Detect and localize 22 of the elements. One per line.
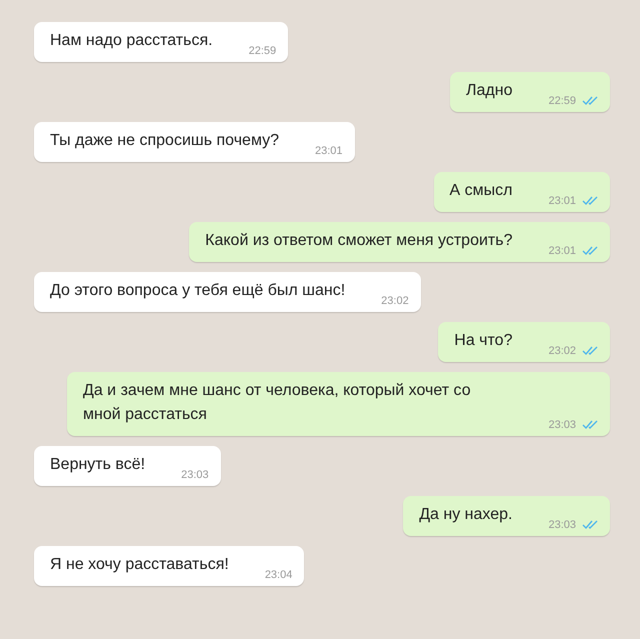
- message-time: 23:02: [548, 345, 576, 357]
- message-text: А смысл: [450, 181, 512, 201]
- message-time: 23:01: [548, 195, 576, 207]
- message-time: 23:02: [381, 295, 409, 307]
- message-text: Нам надо расстаться.: [50, 31, 213, 51]
- message-time: 23:03: [548, 419, 576, 431]
- message-time: 23:01: [548, 245, 576, 257]
- message-text: Вернуть всё!: [50, 455, 146, 475]
- message-text: Я не хочу расставаться!: [50, 555, 229, 575]
- message-time: 22:59: [548, 95, 576, 107]
- message-time: 23:03: [181, 469, 209, 481]
- message-text: Да ну нахер.: [419, 505, 512, 525]
- message-time: 23:03: [548, 519, 576, 531]
- message-text: Какой из ответом сможет меня устроить?: [205, 231, 512, 251]
- message-time: 22:59: [248, 45, 276, 57]
- message-text: На что?: [454, 331, 512, 351]
- message-text: Да и зачем мне шанс от человека, который хочет со мной расстаться: [83, 381, 472, 425]
- message-time: 23:04: [264, 569, 292, 581]
- message-text: Ладно: [466, 81, 512, 101]
- message-text: До этого вопроса у тебя ещё был шанс!: [50, 281, 346, 301]
- message-time: 23:01: [315, 145, 343, 157]
- message-text: Ты даже не спросишь почему?: [50, 131, 280, 151]
